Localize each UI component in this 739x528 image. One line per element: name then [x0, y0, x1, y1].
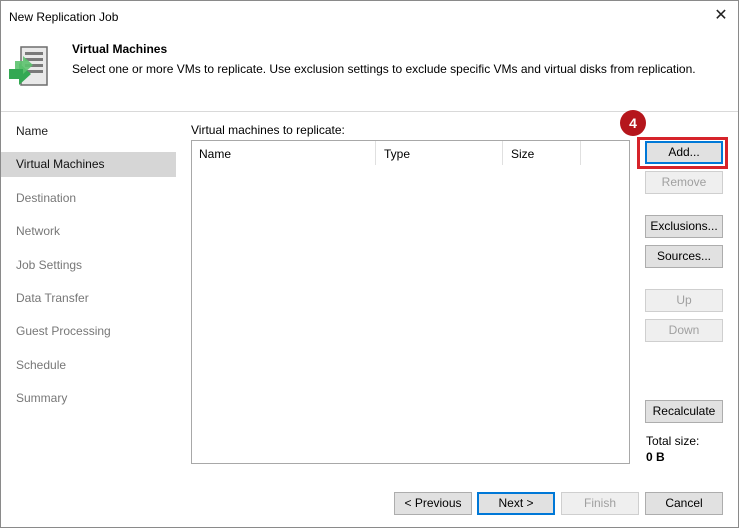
column-separator[interactable] — [502, 141, 503, 165]
window-title: New Replication Job — [9, 10, 119, 24]
table-header: Name Type Size — [192, 141, 629, 165]
sources-button[interactable]: Sources... — [645, 245, 723, 268]
column-header-name[interactable]: Name — [192, 141, 375, 165]
previous-button[interactable]: < Previous — [394, 492, 472, 515]
step-number-badge: 4 — [620, 110, 646, 136]
step-description: Select one or more VMs to replicate. Use… — [72, 62, 696, 76]
total-size-label: Total size: — [646, 434, 700, 448]
step-guest-processing[interactable]: Guest Processing — [1, 319, 176, 344]
next-button[interactable]: Next > — [477, 492, 555, 515]
step-destination[interactable]: Destination — [1, 186, 176, 211]
vm-list-table[interactable]: Name Type Size — [191, 140, 630, 464]
step-summary[interactable]: Summary — [1, 386, 176, 411]
wizard-header: Virtual Machines Select one or more VMs … — [1, 31, 738, 112]
column-separator[interactable] — [580, 141, 581, 165]
down-button[interactable]: Down — [645, 319, 723, 342]
exclusions-button[interactable]: Exclusions... — [645, 215, 723, 238]
close-icon[interactable]: ✕ — [710, 5, 732, 27]
title-bar: New Replication Job ✕ — [1, 1, 738, 31]
step-virtual-machines[interactable]: Virtual Machines — [1, 152, 176, 177]
step-schedule[interactable]: Schedule — [1, 353, 176, 378]
column-header-size[interactable]: Size — [504, 141, 580, 165]
column-separator[interactable] — [375, 141, 376, 165]
step-title: Virtual Machines — [72, 42, 168, 56]
step-name[interactable]: Name — [1, 119, 176, 144]
total-size-value: 0 B — [646, 450, 665, 464]
wizard-steps-sidebar: Name Virtual Machines Destination Networ… — [1, 112, 177, 527]
vm-replicate-icon — [9, 46, 48, 86]
finish-button[interactable]: Finish — [561, 492, 639, 515]
new-replication-job-window: New Replication Job ✕ Virtual Machines S… — [0, 0, 739, 528]
cancel-button[interactable]: Cancel — [645, 492, 723, 515]
column-header-type[interactable]: Type — [377, 141, 502, 165]
up-button[interactable]: Up — [645, 289, 723, 312]
recalculate-button[interactable]: Recalculate — [645, 400, 723, 423]
remove-button[interactable]: Remove — [645, 171, 723, 194]
add-button[interactable]: Add... — [645, 141, 723, 164]
vm-list-label: Virtual machines to replicate: — [191, 123, 345, 137]
step-data-transfer[interactable]: Data Transfer — [1, 286, 176, 311]
step-job-settings[interactable]: Job Settings — [1, 253, 176, 278]
step-network[interactable]: Network — [1, 219, 176, 244]
